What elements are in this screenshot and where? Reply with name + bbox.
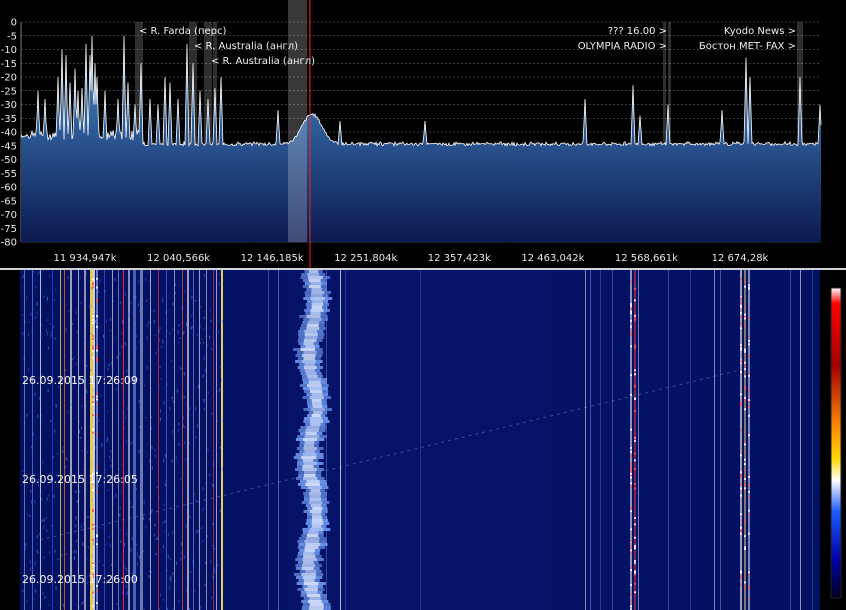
signal-streak bbox=[748, 270, 750, 610]
signal-streak bbox=[740, 270, 742, 610]
signal-streak bbox=[133, 270, 136, 610]
signal-streak bbox=[720, 270, 721, 610]
frequency-label: 12 040,566k bbox=[147, 253, 210, 264]
signal-streak bbox=[345, 270, 346, 610]
signal-streak bbox=[612, 270, 613, 610]
frequency-label: 12 463,042k bbox=[521, 253, 584, 264]
y-tick-label: -20 bbox=[1, 73, 17, 84]
signal-streak bbox=[590, 270, 591, 610]
signal-streak bbox=[174, 270, 175, 610]
intensity-colorbar bbox=[830, 287, 842, 599]
signal-streak bbox=[213, 270, 214, 610]
y-tick-label: -50 bbox=[1, 155, 17, 166]
signal-streak bbox=[638, 270, 639, 610]
waterfall-timestamp: 26.09.2015 17:26:05 bbox=[22, 473, 138, 486]
signal-streak bbox=[268, 270, 269, 610]
y-tick-label: -5 bbox=[7, 31, 17, 42]
signal-streak bbox=[182, 270, 183, 610]
signal-streak bbox=[140, 270, 143, 610]
signal-streak bbox=[800, 270, 801, 610]
y-tick-label: -80 bbox=[1, 238, 17, 249]
waterfall-timestamp: 26.09.2015 17:26:00 bbox=[22, 573, 138, 586]
y-tick-label: -15 bbox=[1, 59, 17, 70]
y-axis-labels: 0 -5 -10 -15 -20 -25 -30 -35 -40 -45 -50 -55 -60 -65 -… bbox=[1, 18, 17, 249]
y-tick-label: -10 bbox=[1, 45, 17, 56]
y-tick-label: -75 bbox=[1, 224, 17, 235]
signal-streak bbox=[340, 270, 341, 610]
signal-streak bbox=[150, 270, 151, 610]
y-tick-label: -35 bbox=[1, 114, 17, 125]
y-tick-label: -70 bbox=[1, 210, 17, 221]
signal-streak bbox=[96, 270, 98, 610]
signal-streak bbox=[118, 270, 119, 610]
signal-streak bbox=[128, 270, 130, 610]
frequency-label: 12 568,661k bbox=[615, 253, 678, 264]
signal-streak bbox=[744, 270, 746, 610]
y-tick-label: 0 bbox=[11, 18, 17, 29]
frequency-label: 11 934,947k bbox=[53, 253, 116, 264]
signal-streak bbox=[690, 270, 691, 610]
signal-streak bbox=[64, 270, 65, 610]
y-tick-label: -60 bbox=[1, 183, 17, 194]
spectrum-panel[interactable]: 0 -5 -10 -15 -20 -25 -30 -35 -40 -45 -50 -55 -60 -65 -… bbox=[0, 0, 846, 268]
signal-streak bbox=[668, 270, 669, 610]
signal-streak bbox=[52, 270, 53, 610]
frequency-label: 12 357,423k bbox=[428, 253, 491, 264]
station-marker[interactable]: Kyodo News > bbox=[724, 26, 796, 37]
station-marker[interactable]: < R. Australia (англ) bbox=[194, 41, 298, 52]
signal-streak bbox=[70, 270, 72, 610]
frequency-label: 12 251,804k bbox=[334, 253, 397, 264]
signal-streak bbox=[199, 270, 200, 610]
y-tick-label: -25 bbox=[1, 86, 17, 97]
waterfall-panel[interactable]: 26.09.2015 17:26:09 26.09.2015 17:26:05 26… bbox=[0, 270, 846, 610]
signal-streak bbox=[158, 270, 159, 610]
signal-streak bbox=[193, 270, 194, 610]
signal-streak bbox=[104, 270, 105, 610]
y-tick-label: -65 bbox=[1, 196, 17, 207]
signal-streak bbox=[585, 270, 586, 610]
signal-streak bbox=[790, 270, 791, 610]
signal-streak bbox=[32, 270, 33, 610]
y-tick-label: -40 bbox=[1, 128, 17, 139]
y-tick-label: -45 bbox=[1, 141, 17, 152]
signal-streak bbox=[420, 270, 421, 610]
frequency-label: 12 146,185k bbox=[241, 253, 304, 264]
y-tick-label: -30 bbox=[1, 100, 17, 111]
signal-streak bbox=[714, 270, 715, 610]
signal-streak bbox=[40, 270, 41, 610]
frequency-label: 12 674,28k bbox=[712, 253, 769, 264]
station-marker[interactable]: < R. Australia (англ) bbox=[211, 56, 315, 67]
station-marker[interactable]: OLYMPIA RADIO > bbox=[578, 41, 667, 52]
signal-streak bbox=[84, 270, 86, 610]
signal-streak bbox=[812, 270, 813, 610]
station-marker[interactable]: < R. Farda (перс) bbox=[139, 26, 226, 37]
signal-streak bbox=[206, 270, 207, 610]
signal-streak bbox=[600, 270, 601, 610]
station-marker[interactable]: ??? 16.00 > bbox=[608, 26, 667, 37]
signal-streak bbox=[187, 270, 189, 610]
filter-passband[interactable] bbox=[288, 0, 307, 242]
y-tick-label: -55 bbox=[1, 169, 17, 180]
signal-streak bbox=[278, 270, 279, 610]
signal-streak bbox=[78, 270, 79, 610]
signal-streak bbox=[166, 270, 167, 610]
signal-streak bbox=[112, 270, 113, 610]
station-marker[interactable]: Бостон MET- FAX > bbox=[699, 41, 796, 52]
waterfall-timestamp: 26.09.2015 17:26:09 bbox=[22, 374, 138, 387]
